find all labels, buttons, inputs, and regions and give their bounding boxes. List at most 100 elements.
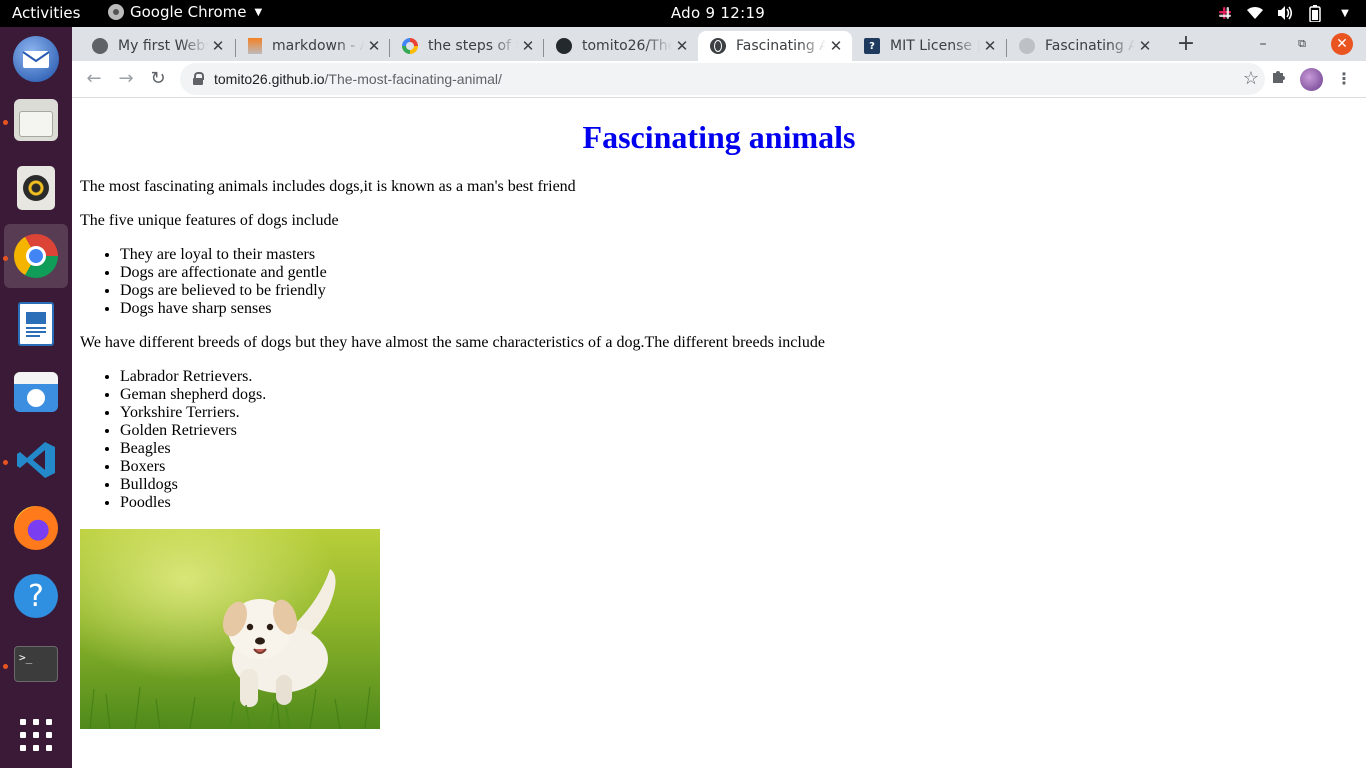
- close-tab-icon[interactable]: ✕: [980, 37, 1000, 55]
- minimize-button[interactable]: –: [1251, 33, 1275, 57]
- tab-markdown[interactable]: markdown - A ✕: [236, 31, 390, 61]
- list-item: Poodles: [120, 494, 266, 512]
- terminal-icon: >_: [14, 646, 58, 682]
- tab-fascinating-animals[interactable]: Fascinating A ✕: [1007, 31, 1161, 61]
- caret-down-icon[interactable]: ▼: [1336, 4, 1354, 22]
- choosealicense-icon: ?: [864, 38, 880, 54]
- dock-terminal[interactable]: >_: [4, 632, 68, 696]
- tab-github-repo[interactable]: tomito26/The ✕: [544, 31, 698, 61]
- list-item: Beagles: [120, 440, 266, 458]
- clock[interactable]: Ado 9 12:19: [0, 4, 1366, 22]
- page-title: Fascinating animals: [582, 119, 856, 155]
- tab-my-first-website[interactable]: My first Webs ✕: [80, 31, 234, 61]
- dock-libreoffice-writer[interactable]: [4, 292, 68, 356]
- tab-google-search[interactable]: the steps of f ✕: [390, 31, 544, 61]
- running-indicator: [3, 256, 8, 261]
- tab-title: Fascinating A: [1045, 38, 1135, 54]
- files-icon: [14, 99, 58, 141]
- tab-title: the steps of f: [428, 38, 518, 54]
- vscode-icon: [13, 437, 59, 483]
- tab-title: MIT License |: [890, 38, 980, 54]
- intro-paragraph: The most fascinating animals includes do…: [80, 178, 576, 195]
- google-icon: [402, 38, 418, 54]
- lock-icon[interactable]: [193, 72, 204, 85]
- system-top-bar: Activities Google Chrome ▼ Ado 9 12:19 ▼: [0, 0, 1366, 27]
- close-tab-icon[interactable]: ✕: [364, 37, 384, 55]
- list-item: Dogs have sharp senses: [120, 300, 327, 318]
- close-tab-icon[interactable]: ✕: [826, 37, 846, 55]
- dock-files[interactable]: [4, 88, 68, 152]
- breeds-heading: We have different breeds of dogs but the…: [80, 334, 825, 351]
- list-item: Dogs are affectionate and gentle: [120, 264, 327, 282]
- close-tab-icon[interactable]: ✕: [518, 37, 538, 55]
- reload-button[interactable]: ↻: [144, 67, 172, 91]
- app-grid-icon: [13, 712, 59, 758]
- puppy-image: [80, 529, 380, 729]
- list-item: Dogs are believed to be friendly: [120, 282, 327, 300]
- close-tab-icon[interactable]: ✕: [208, 37, 228, 55]
- back-button[interactable]: ←: [80, 67, 108, 91]
- chrome-icon: [14, 234, 58, 278]
- features-heading: The five unique features of dogs include: [80, 212, 339, 229]
- profile-avatar[interactable]: [1300, 68, 1323, 91]
- system-tray[interactable]: ▼: [1216, 4, 1354, 22]
- software-store-icon: [14, 372, 58, 412]
- tab-mit-license[interactable]: ? MIT License | ✕: [852, 31, 1006, 61]
- ubuntu-dock: ? >_: [0, 27, 72, 768]
- writer-icon: [18, 302, 54, 346]
- browser-toolbar: ← → ↻ tomito26.github.io/The-most-facina…: [72, 61, 1366, 98]
- restore-button[interactable]: ⧉: [1290, 33, 1314, 57]
- globe-icon: [710, 38, 726, 54]
- features-list: They are loyal to their masters Dogs are…: [120, 246, 327, 318]
- dock-help[interactable]: ?: [4, 564, 68, 628]
- list-item: Yorkshire Terriers.: [120, 404, 266, 422]
- tab-title: tomito26/The: [582, 38, 672, 54]
- url-text[interactable]: tomito26.github.io/The-most-facinating-a…: [214, 71, 502, 87]
- close-tab-icon[interactable]: ✕: [672, 37, 692, 55]
- dock-vscode[interactable]: [4, 428, 68, 492]
- dock-chrome[interactable]: [4, 224, 68, 288]
- tab-title: Fascinating A: [736, 38, 826, 54]
- globe-icon: [1019, 38, 1035, 54]
- new-tab-button[interactable]: +: [1172, 33, 1200, 57]
- rhythmbox-icon: [17, 166, 55, 210]
- forward-button[interactable]: →: [112, 67, 140, 91]
- running-indicator: [3, 460, 8, 465]
- address-bar[interactable]: tomito26.github.io/The-most-facinating-a…: [180, 63, 1265, 95]
- list-item: Labrador Retrievers.: [120, 368, 266, 386]
- stackoverflow-icon: [248, 38, 262, 54]
- help-icon: ?: [14, 574, 58, 618]
- firefox-icon: [14, 506, 58, 550]
- web-page: Fascinating animals The most fascinating…: [72, 98, 1366, 768]
- github-icon: [92, 38, 108, 54]
- battery-icon[interactable]: [1306, 4, 1324, 22]
- menu-kebab-icon[interactable]: ⋮: [1333, 68, 1355, 90]
- volume-icon[interactable]: [1276, 4, 1294, 22]
- close-window-button[interactable]: ✕: [1331, 33, 1353, 55]
- list-item: They are loyal to their masters: [120, 246, 327, 264]
- list-item: Geman shepherd dogs.: [120, 386, 266, 404]
- thunderbird-icon: [13, 36, 59, 82]
- list-item: Golden Retrievers: [120, 422, 266, 440]
- slack-tray-icon[interactable]: [1216, 4, 1234, 22]
- dock-thunderbird[interactable]: [4, 27, 68, 91]
- tab-fascinating-animals-active[interactable]: Fascinating A ✕: [698, 31, 852, 61]
- tab-title: My first Webs: [118, 38, 208, 54]
- tab-title: markdown - A: [272, 38, 364, 54]
- bookmark-star-icon[interactable]: ☆: [1243, 68, 1259, 89]
- url-host: tomito26.github.io: [214, 71, 325, 87]
- list-item: Boxers: [120, 458, 266, 476]
- close-tab-icon[interactable]: ✕: [1135, 37, 1155, 55]
- extensions-puzzle-icon[interactable]: [1268, 68, 1290, 90]
- breeds-list: Labrador Retrievers. Geman shepherd dogs…: [120, 368, 266, 512]
- wifi-icon[interactable]: [1246, 4, 1264, 22]
- browser-tabstrip: My first Webs ✕ markdown - A ✕ the steps…: [72, 27, 1366, 61]
- github-icon: [556, 38, 572, 54]
- dock-rhythmbox[interactable]: [4, 156, 68, 220]
- dock-firefox[interactable]: [4, 496, 68, 560]
- dock-software[interactable]: [4, 360, 68, 424]
- show-applications-button[interactable]: [4, 703, 68, 767]
- running-indicator: [3, 664, 8, 669]
- url-path: /The-most-facinating-animal/: [324, 71, 502, 87]
- list-item: Bulldogs: [120, 476, 266, 494]
